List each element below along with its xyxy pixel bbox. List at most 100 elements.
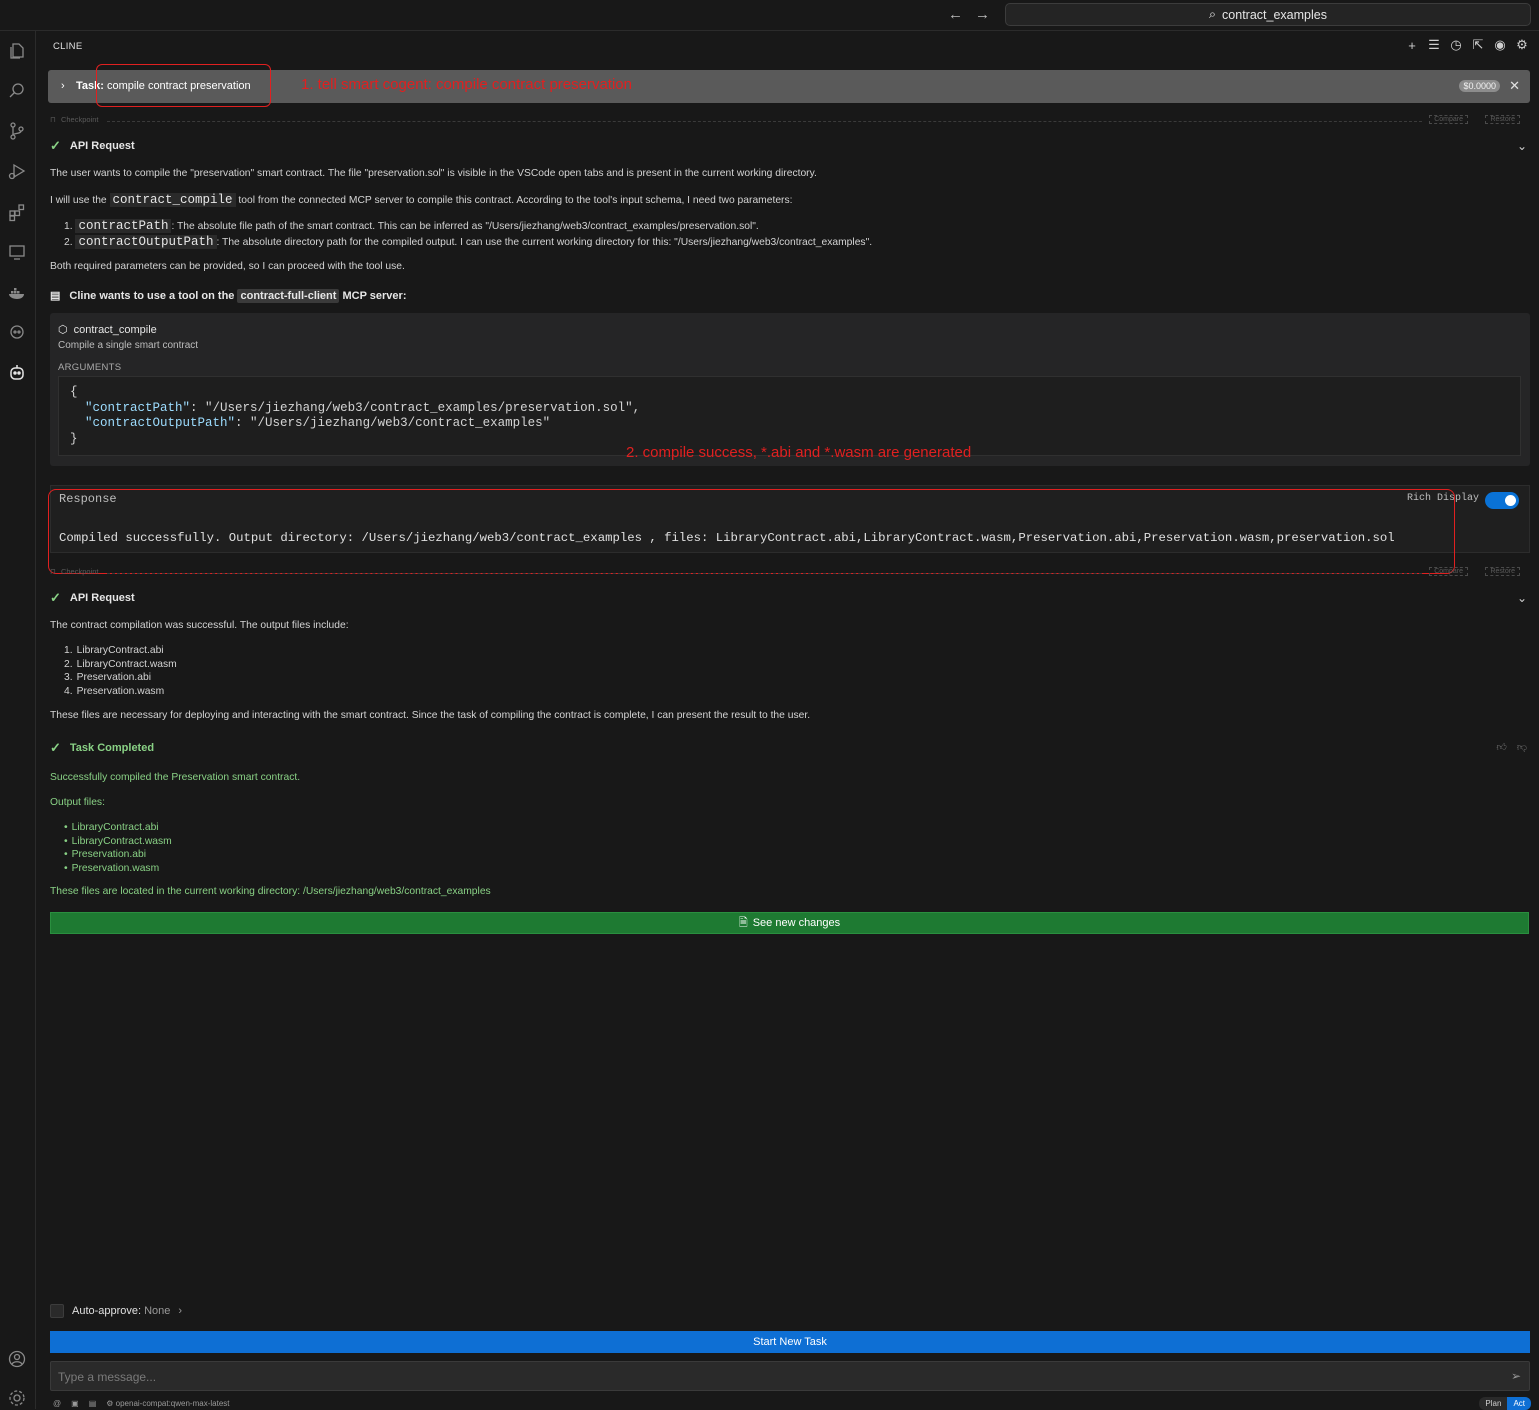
bullet-icon: • <box>64 835 68 847</box>
api-request-title: API Request <box>69 140 135 152</box>
bullet-icon: • <box>64 849 68 860</box>
check-icon: ✓ <box>50 740 61 755</box>
reasoning-paragraph: I will use the contract_compile tool fro… <box>50 193 793 207</box>
auto-approve-row[interactable]: Auto-approve: None › <box>50 1304 182 1318</box>
model-selector[interactable]: ⚙ openai-compat:qwen-max-latest <box>106 1399 229 1408</box>
thumbs-down-icon[interactable]: 👎︎ <box>1517 741 1527 753</box>
back-arrow-icon[interactable]: ← <box>948 6 963 23</box>
bookmark-icon: ⊓ <box>50 115 56 124</box>
model-name: openai-compat:qwen-max-latest <box>115 1399 230 1408</box>
account-icon[interactable] <box>6 1348 28 1370</box>
bookmark-icon: ⊓ <box>50 567 56 576</box>
list-item: 2. contractOutputPath: The absolute dire… <box>64 235 872 249</box>
message-placeholder: Type a message... <box>58 1370 157 1384</box>
list-item-text: LibraryContract.abi <box>76 645 164 656</box>
list-item: 1. contractPath: The absolute file path … <box>64 219 759 233</box>
server-icon: ▤ <box>50 290 61 302</box>
send-icon[interactable]: ➢ <box>1511 1369 1521 1383</box>
explorer-icon[interactable] <box>6 40 28 62</box>
task-completed-header: ✓ Task Completed <box>50 740 154 756</box>
chevron-down-icon[interactable]: ⌄ <box>1517 591 1527 605</box>
completion-paragraph: Output files: <box>50 797 105 808</box>
plus-icon[interactable]: + <box>1405 38 1419 53</box>
plan-act-toggle[interactable]: Plan Act <box>1479 1397 1531 1410</box>
tool-name-row: ⬡ contract_compile <box>58 323 157 337</box>
run-debug-icon[interactable] <box>6 160 28 182</box>
compare-button[interactable]: Compare <box>1429 567 1468 576</box>
list-item-text: Preservation.wasm <box>71 862 160 874</box>
see-new-changes-button[interactable]: 🗎︎ See new changes <box>50 912 1529 934</box>
file-diff-icon: 🗎︎ <box>738 916 748 929</box>
thumbs-up-icon[interactable]: 👍︎ <box>1496 741 1506 753</box>
forward-arrow-icon[interactable]: → <box>975 6 990 23</box>
settings-gear-icon[interactable]: ⚙ <box>1515 37 1529 52</box>
server-icon[interactable]: ▤ <box>89 1399 97 1408</box>
text-span: : The absolute directory path for the co… <box>216 237 873 248</box>
search-icon: ⌕ <box>1209 7 1217 21</box>
remote-explorer-icon[interactable] <box>6 241 28 263</box>
cube-icon: ⬡ <box>58 324 68 336</box>
act-option[interactable]: Act <box>1507 1397 1531 1410</box>
list-number: 4. <box>64 685 73 697</box>
list-item: 3. Preservation.abi <box>64 671 177 685</box>
list-number: 2. <box>64 658 73 670</box>
plan-option[interactable]: Plan <box>1479 1397 1507 1410</box>
close-icon[interactable]: ✕ <box>1509 78 1520 94</box>
text-span: : The absolute file path of the smart co… <box>171 221 759 232</box>
list-number: 1. <box>64 645 73 656</box>
completion-paragraph: Successfully compiled the Preservation s… <box>50 772 301 783</box>
rich-display-toggle[interactable] <box>1485 492 1519 509</box>
mention-icon[interactable]: @ <box>53 1399 61 1408</box>
list-item: • Preservation.abi <box>64 848 172 862</box>
list-number: 3. <box>64 672 73 683</box>
chevron-down-icon[interactable]: ⌄ <box>1517 139 1527 153</box>
tool-description: Compile a single smart contract <box>58 340 199 351</box>
history-icon[interactable]: ◷ <box>1449 37 1463 52</box>
list-item-text: LibraryContract.abi <box>71 822 159 833</box>
account-circle-icon[interactable]: ◉ <box>1493 37 1507 52</box>
completion-file-list: • LibraryContract.abi • LibraryContract.wa… <box>64 821 172 875</box>
chevron-right-icon[interactable]: › <box>61 80 65 92</box>
list-item: • LibraryContract.abi <box>64 821 172 835</box>
model-icon: ⚙ <box>106 1399 114 1408</box>
start-new-task-button[interactable]: Start New Task <box>50 1331 1530 1353</box>
compare-button[interactable]: Compare <box>1429 115 1468 124</box>
extensions-icon[interactable] <box>6 201 28 223</box>
checkpoint-divider <box>107 573 1422 574</box>
image-icon[interactable]: ▣ <box>71 1399 79 1408</box>
mcp-tool-header: ▤ Cline wants to use a tool on the contr… <box>50 288 407 303</box>
manage-gear-icon[interactable] <box>6 1387 28 1409</box>
list-item-text: Preservation.wasm <box>76 685 165 697</box>
source-control-icon[interactable] <box>6 120 28 142</box>
api-request-header[interactable]: ✓ API Request <box>50 590 135 606</box>
tool-name: contract_compile <box>73 323 157 336</box>
restore-button[interactable]: Restore <box>1485 115 1520 124</box>
inline-code: contract_compile <box>109 193 236 207</box>
code-brace: } <box>70 431 78 446</box>
api-request-header[interactable]: ✓ API Request <box>50 138 135 154</box>
message-input[interactable]: Type a message... ➢ <box>50 1361 1530 1391</box>
see-changes-label: See new changes <box>752 917 841 929</box>
check-icon: ✓ <box>50 590 61 605</box>
command-center-search[interactable]: ⌕ contract_examples <box>1005 3 1531 26</box>
input-toolbar: @ ▣ ▤ ⚙ openai-compat:qwen-max-latest <box>53 1399 230 1408</box>
search-sidebar-icon[interactable] <box>6 80 28 102</box>
panel-title: CLINE <box>53 41 83 52</box>
completion-paragraph: These files are located in the current w… <box>50 886 491 897</box>
arguments-label: ARGUMENTS <box>58 362 122 373</box>
mcp-servers-icon[interactable]: ☰ <box>1427 37 1441 52</box>
popout-icon[interactable]: ⇱ <box>1471 37 1485 52</box>
copilot-icon[interactable] <box>6 321 28 343</box>
cline-robot-icon[interactable] <box>6 362 28 384</box>
bullet-icon: • <box>64 822 68 833</box>
checkpoint-label: Checkpoint <box>60 567 99 576</box>
inline-code: contractPath <box>75 219 172 233</box>
docker-icon[interactable] <box>6 282 28 304</box>
restore-button[interactable]: Restore <box>1485 567 1520 576</box>
list-item: 4. Preservation.wasm <box>64 685 177 699</box>
list-item-text: Preservation.abi <box>71 849 147 860</box>
feedback-buttons: 👍︎ 👎︎ <box>1496 741 1527 753</box>
task-completed-title: Task Completed <box>69 742 155 754</box>
auto-approve-checkbox[interactable] <box>50 1304 64 1318</box>
auto-approve-value: None <box>144 1305 171 1317</box>
